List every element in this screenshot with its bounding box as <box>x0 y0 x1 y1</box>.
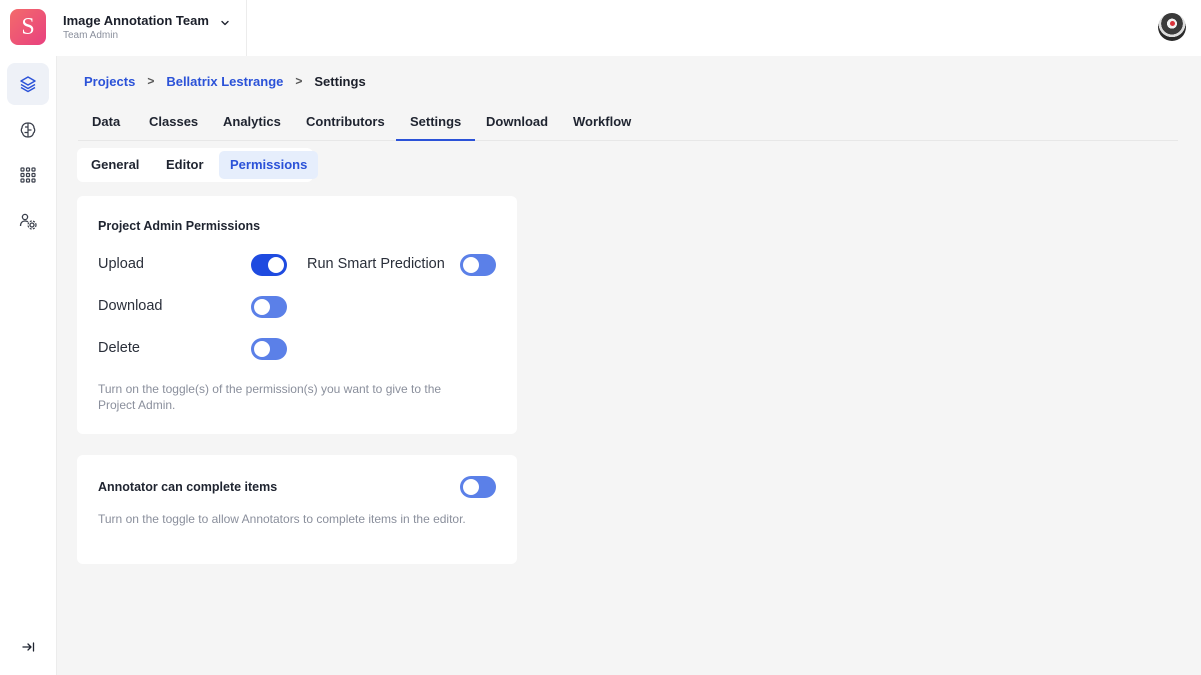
sidebar-item-apps[interactable] <box>7 154 49 196</box>
subtab-permissions[interactable]: Permissions <box>219 151 319 179</box>
permission-label-smart-prediction: Run Smart Prediction <box>307 256 445 272</box>
sidebar-collapse-button[interactable] <box>18 637 38 657</box>
permission-label-download: Download <box>98 298 163 314</box>
annotator-setting-title: Annotator can complete items <box>98 480 278 494</box>
subtab-editor[interactable]: Editor <box>155 151 215 179</box>
tab-workflow[interactable]: Workflow <box>559 104 645 141</box>
admin-permissions-title: Project Admin Permissions <box>98 219 261 233</box>
permission-label-upload: Upload <box>98 256 144 272</box>
breadcrumb-projects[interactable]: Projects <box>84 74 135 89</box>
sidebar-item-team-settings[interactable] <box>7 200 49 242</box>
breadcrumb-current: Settings <box>314 73 366 89</box>
chevron-down-icon[interactable] <box>220 18 230 28</box>
annotator-setting-help: Turn on the toggle to allow Annotators t… <box>98 512 466 526</box>
breadcrumb: Projects > Bellatrix Lestrange > Setting… <box>84 73 366 89</box>
brain-icon <box>20 122 36 138</box>
annotator-setting-card: Annotator can complete items Turn on the… <box>77 455 517 564</box>
sidebar <box>0 56 57 675</box>
admin-permissions-card: Project Admin Permissions Upload Run Sma… <box>77 196 517 434</box>
tab-settings[interactable]: Settings <box>396 104 476 141</box>
app-logo: S <box>10 9 46 45</box>
toggle-download[interactable] <box>251 296 287 318</box>
team-switcher[interactable]: S Image Annotation Team Team Admin <box>0 0 247 56</box>
tab-download[interactable]: Download <box>472 104 562 141</box>
top-bar: S Image Annotation Team Team Admin <box>0 0 1201 56</box>
collapse-arrow-icon <box>22 642 35 652</box>
tab-contributors[interactable]: Contributors <box>292 104 399 141</box>
toggle-smart-prediction[interactable] <box>460 254 496 276</box>
sidebar-item-projects[interactable] <box>7 63 49 105</box>
toggle-annotator-complete[interactable] <box>460 476 496 498</box>
breadcrumb-separator: > <box>147 74 155 88</box>
project-tabs: Data Classes Analytics Contributors Sett… <box>78 104 1178 141</box>
team-settings-icon <box>19 213 37 230</box>
settings-subtabs: General Editor Permissions <box>77 148 319 182</box>
sidebar-item-models[interactable] <box>7 109 49 151</box>
breadcrumb-separator: > <box>295 74 303 88</box>
grid-dots-icon <box>20 167 36 183</box>
tab-classes[interactable]: Classes <box>135 104 212 141</box>
user-avatar[interactable] <box>1158 13 1186 41</box>
layers-icon <box>20 76 36 93</box>
toggle-delete[interactable] <box>251 338 287 360</box>
tab-analytics[interactable]: Analytics <box>209 104 295 141</box>
subtab-general[interactable]: General <box>80 151 150 179</box>
admin-permissions-help: Turn on the toggle(s) of the permission(… <box>98 382 442 412</box>
permission-label-delete: Delete <box>98 340 140 356</box>
team-name: Image Annotation Team <box>63 13 209 28</box>
team-role: Team Admin <box>63 30 119 41</box>
tab-data[interactable]: Data <box>78 104 134 141</box>
toggle-upload[interactable] <box>251 254 287 276</box>
breadcrumb-project[interactable]: Bellatrix Lestrange <box>166 74 283 89</box>
